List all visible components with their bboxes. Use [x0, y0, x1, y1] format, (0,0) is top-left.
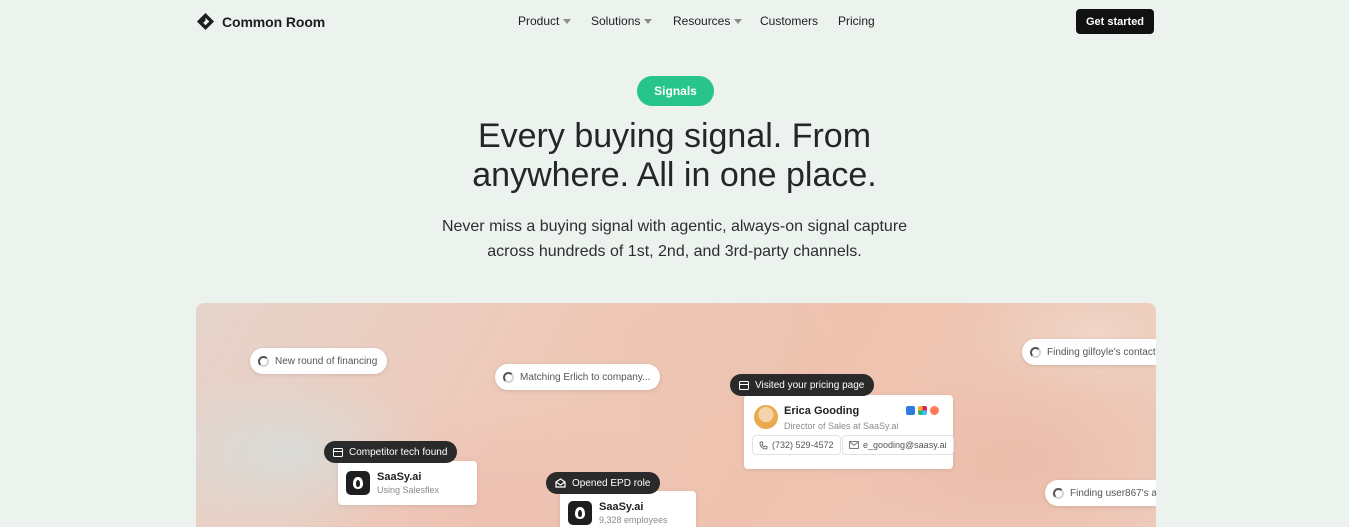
nav-item-label: Pricing: [838, 14, 875, 28]
phone-icon: [759, 441, 768, 449]
chip-matching-company: Matching Erlich to company...: [495, 364, 661, 390]
chevron-down-icon: [644, 19, 653, 24]
nav-item-solutions[interactable]: Solutions: [591, 14, 673, 28]
chip-new-financing: New round of financing: [250, 348, 388, 374]
person-card: Erica Gooding Director of Sales at SaaSy…: [744, 395, 954, 469]
chevron-down-icon: [563, 19, 572, 24]
brand-logo[interactable]: Common Room: [196, 12, 325, 31]
signal-tag-label: Opened EPD role: [572, 477, 651, 489]
chip-finding-account: Finding user867's account: [1045, 480, 1156, 506]
signals-badge: Signals: [637, 76, 714, 106]
main-menu: Product Solutions Resources Customers Pr…: [518, 14, 875, 28]
slack-icon: [918, 406, 927, 415]
company-card: SaaSy.ai Using Salesflex: [338, 461, 477, 505]
linkedin-icon: [906, 406, 915, 415]
page-subtitle: Never miss a buying signal with agentic,…: [0, 214, 1349, 264]
top-nav: Common Room Product Solutions Resources …: [0, 0, 1349, 42]
subhead-line-2: across hundreds of 1st, 2nd, and 3rd-par…: [487, 243, 862, 260]
common-room-logo-icon: [196, 12, 215, 31]
chip-label: New round of financing: [275, 355, 378, 367]
signal-tag-label: Visited your pricing page: [755, 379, 865, 391]
signal-tag-competitor: Competitor tech found: [324, 441, 458, 463]
company-detail: Using Salesflex: [377, 485, 440, 495]
browser-window-icon: [333, 447, 343, 457]
loading-spinner-icon: [258, 355, 269, 367]
source-badges: [906, 406, 939, 415]
brand-name: Common Room: [222, 13, 326, 30]
company-name: SaaSy.ai: [599, 501, 644, 513]
chip-label: Finding gilfoyle's contact: [1047, 346, 1156, 358]
chip-label: Matching Erlich to company...: [520, 371, 651, 383]
nav-item-label: Solutions: [591, 14, 641, 28]
headline-line-1: Every buying signal. From: [477, 117, 872, 155]
loading-spinner-icon: [1053, 487, 1064, 499]
person-name: Erica Gooding: [784, 405, 860, 417]
nav-item-label: Product: [518, 14, 560, 28]
saasy-logo-icon: [346, 471, 370, 495]
subhead-line-1: Never miss a buying signal with agentic,…: [441, 218, 908, 235]
signal-tag-label: Competitor tech found: [349, 446, 448, 458]
person-title: Director of Sales at SaaSy.ai: [784, 421, 899, 431]
nav-item-resources[interactable]: Resources: [673, 14, 760, 28]
company-detail: 9,328 employees: [599, 515, 668, 525]
hubspot-icon: [930, 406, 939, 415]
page-title: Every buying signal. From anywhere. All …: [0, 117, 1349, 195]
nav-item-label: Resources: [673, 14, 731, 28]
mail-icon: [849, 441, 859, 449]
headline-line-2: anywhere. All in one place.: [472, 156, 877, 194]
signal-tag-pricing: Visited your pricing page: [730, 374, 875, 396]
chip-label: Finding user867's account: [1070, 487, 1156, 499]
envelope-open-icon: [555, 478, 566, 488]
company-name: SaaSy.ai: [377, 471, 422, 483]
chip-finding-contact: Finding gilfoyle's contact: [1022, 339, 1156, 365]
saasy-logo-icon: [568, 501, 592, 525]
email-field: e_gooding@saasy.ai: [842, 435, 954, 455]
phone-field: (732) 529-4572: [752, 435, 841, 455]
nav-item-customers[interactable]: Customers: [760, 14, 838, 28]
signal-tag-epd: Opened EPD role: [546, 472, 661, 494]
chevron-down-icon: [734, 19, 743, 24]
nav-item-pricing[interactable]: Pricing: [838, 14, 875, 28]
loading-spinner-icon: [1030, 346, 1041, 358]
loading-spinner-icon: [503, 371, 514, 383]
get-started-button[interactable]: Get started: [1076, 9, 1154, 34]
email-address: e_gooding@saasy.ai: [863, 440, 947, 450]
signals-illustration: New round of financing Matching Erlich t…: [196, 303, 1156, 527]
phone-number: (732) 529-4572: [772, 440, 834, 450]
company-card: SaaSy.ai 9,328 employees: [560, 491, 696, 527]
nav-item-product[interactable]: Product: [518, 14, 591, 28]
avatar: [754, 405, 778, 429]
browser-window-icon: [739, 380, 749, 390]
nav-item-label: Customers: [760, 14, 819, 28]
